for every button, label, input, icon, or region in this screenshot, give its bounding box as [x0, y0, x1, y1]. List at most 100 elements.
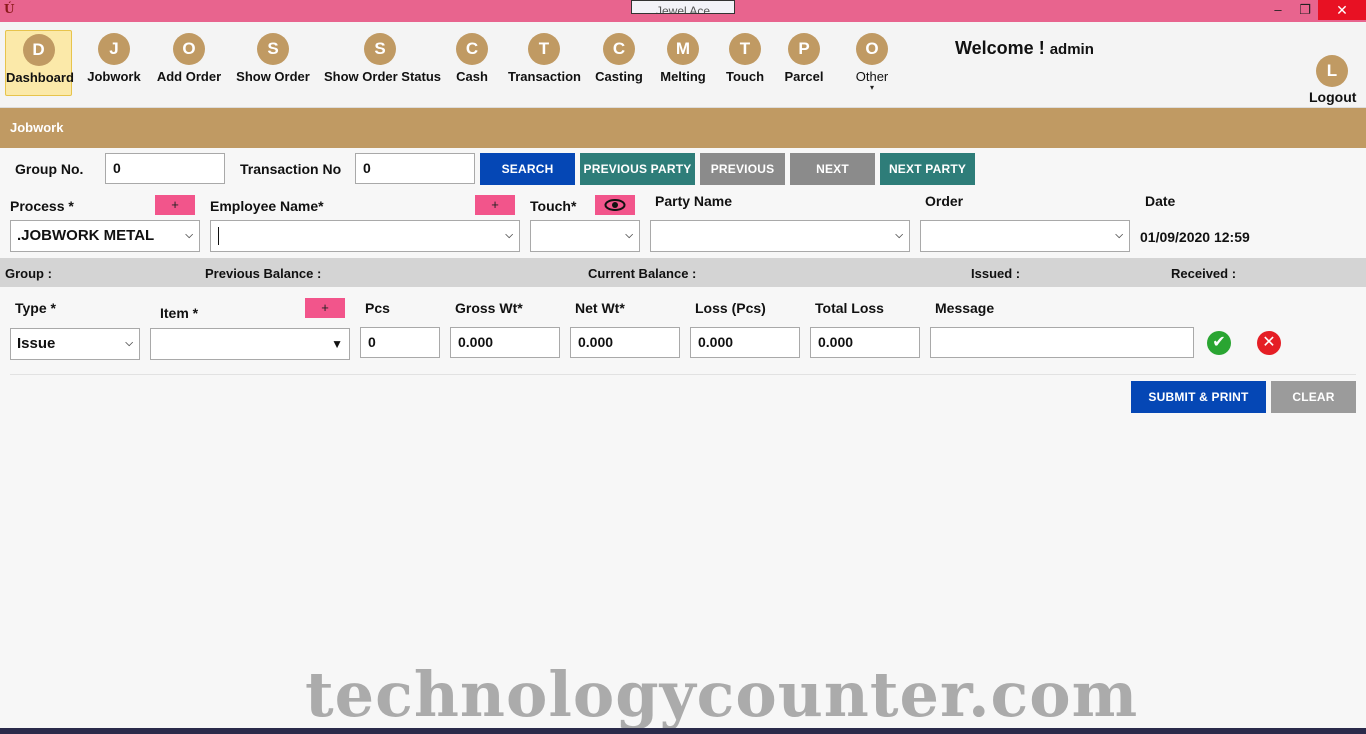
chevron-down-icon: ▾ — [869, 83, 874, 92]
eye-icon — [604, 199, 626, 211]
nav-dashboard[interactable]: D Dashboard — [5, 30, 74, 96]
net-wt-label: Net Wt* — [575, 300, 625, 316]
previous-button[interactable]: PREVIOUS — [700, 153, 785, 185]
nav-add-order[interactable]: O Add Order — [156, 30, 222, 96]
group-balance-label: Group : — [5, 266, 52, 281]
transaction-no-label: Transaction No — [240, 161, 342, 177]
next-button[interactable]: NEXT — [790, 153, 875, 185]
net-wt-input[interactable]: 0.000 — [570, 327, 680, 358]
nav-touch-label: Touch — [725, 69, 765, 84]
nav-cash[interactable]: C Cash — [450, 30, 494, 96]
page-title: Jobwork — [10, 120, 64, 135]
nav-other[interactable]: O Other ▾ — [850, 30, 894, 96]
chevron-down-icon: ⌵ — [185, 230, 193, 241]
window-title: Jewel Ace — [631, 0, 735, 14]
minimize-button[interactable]: – — [1263, 0, 1293, 20]
previous-party-button[interactable]: PREVIOUS PARTY — [580, 153, 695, 185]
gross-wt-input[interactable]: 0.000 — [450, 327, 560, 358]
nav-transaction[interactable]: T Transaction — [508, 30, 581, 96]
logout-icon: L — [1316, 55, 1348, 87]
employee-name-select[interactable]: ⌵ — [210, 220, 520, 252]
logout-label: Logout — [1309, 89, 1357, 105]
logout-button[interactable]: L Logout — [1309, 52, 1357, 105]
current-balance-label: Current Balance : — [588, 266, 697, 281]
nav-other-label: Other — [855, 69, 889, 84]
pcs-input[interactable]: 0 — [360, 327, 440, 358]
section-header: Jobwork — [0, 108, 1366, 148]
restore-button[interactable]: ❐ — [1290, 0, 1320, 20]
nav-casting-icon: C — [603, 33, 635, 65]
taskbar — [0, 728, 1366, 734]
nav-dashboard-label: Dashboard — [6, 70, 74, 85]
search-button[interactable]: SEARCH — [480, 153, 575, 185]
nav-parcel[interactable]: P Parcel — [782, 30, 826, 96]
check-icon[interactable]: ✔ — [1207, 331, 1231, 355]
chevron-down-icon: ⌵ — [1115, 230, 1123, 241]
group-no-label: Group No. — [15, 161, 84, 177]
nav-show-order-status-label: Show Order Status — [324, 69, 442, 84]
date-label: Date — [1145, 193, 1176, 209]
nav-parcel-label: Parcel — [784, 69, 824, 84]
total-loss-label: Total Loss — [815, 300, 884, 316]
nav-show-order[interactable]: S Show Order — [236, 30, 310, 96]
transaction-no-input[interactable]: 0 — [355, 153, 475, 184]
chevron-down-icon: ▼ — [331, 337, 343, 351]
divider — [10, 374, 1356, 375]
nav-other-icon: O — [856, 33, 888, 65]
nav-show-order-status[interactable]: S Show Order Status — [324, 30, 442, 96]
nav-touch[interactable]: T Touch — [722, 30, 768, 96]
received-label: Received : — [1171, 266, 1237, 281]
message-input[interactable] — [930, 327, 1194, 358]
order-label: Order — [925, 193, 964, 209]
message-label: Message — [935, 300, 995, 316]
party-name-select[interactable]: ⌵ — [650, 220, 910, 252]
group-no-input[interactable]: 0 — [105, 153, 225, 184]
add-employee-button[interactable]: + — [475, 195, 515, 215]
text-cursor — [218, 227, 219, 245]
nav-add-order-icon: O — [173, 33, 205, 65]
loss-pcs-label: Loss (Pcs) — [695, 300, 766, 316]
pcs-label: Pcs — [365, 300, 390, 316]
chevron-down-icon: ⌵ — [505, 230, 513, 241]
next-party-button[interactable]: NEXT PARTY — [880, 153, 975, 185]
nav-parcel-icon: P — [788, 33, 820, 65]
nav-melting[interactable]: M Melting — [658, 30, 708, 96]
add-item-button[interactable]: + — [305, 298, 345, 318]
item-label: Item * — [160, 305, 199, 321]
nav-show-order-label: Show Order — [236, 69, 310, 84]
nav-touch-icon: T — [729, 33, 761, 65]
cancel-icon[interactable]: ✕ — [1257, 331, 1281, 355]
item-select[interactable]: ▼ — [150, 328, 350, 360]
submit-print-button[interactable]: SUBMIT & PRINT — [1131, 381, 1266, 413]
touch-select[interactable]: ⌵ — [530, 220, 640, 252]
nav-jobwork[interactable]: J Jobwork — [86, 30, 142, 96]
welcome-user: admin — [1049, 41, 1094, 58]
process-select-value: .JOBWORK METAL — [17, 227, 155, 244]
watermark: technologycounter.com — [305, 658, 1139, 731]
clear-button[interactable]: CLEAR — [1271, 381, 1356, 413]
close-button[interactable]: ✕ — [1318, 0, 1366, 20]
process-select[interactable]: .JOBWORK METAL ⌵ — [10, 220, 200, 252]
nav-jobwork-icon: J — [98, 33, 130, 65]
gross-wt-label: Gross Wt* — [455, 300, 523, 316]
welcome-text: Welcome ! — [955, 38, 1045, 58]
previous-balance-label: Previous Balance : — [205, 266, 322, 281]
order-select[interactable]: ⌵ — [920, 220, 1130, 252]
welcome-message: Welcome ! admin — [955, 38, 1094, 59]
nav-melting-label: Melting — [660, 69, 706, 84]
loss-pcs-input[interactable]: 0.000 — [690, 327, 800, 358]
balance-bar: Group : Previous Balance : Current Balan… — [0, 258, 1366, 287]
type-label: Type * — [15, 300, 56, 316]
app-icon[interactable]: Ú — [4, 2, 20, 20]
type-select[interactable]: Issue ⌵ — [10, 328, 140, 360]
add-process-button[interactable]: + — [155, 195, 195, 215]
nav-casting[interactable]: C Casting — [594, 30, 644, 96]
main-toolbar: D Dashboard J Jobwork O Add Order S Show… — [0, 22, 1366, 108]
nav-transaction-icon: T — [528, 33, 560, 65]
view-touch-button[interactable] — [595, 195, 635, 215]
nav-cash-label: Cash — [456, 69, 488, 84]
nav-jobwork-label: Jobwork — [87, 69, 141, 84]
title-bar: Ú Jewel Ace – ❐ ✕ — [0, 0, 1366, 22]
total-loss-input[interactable]: 0.000 — [810, 327, 920, 358]
nav-transaction-label: Transaction — [508, 69, 581, 84]
